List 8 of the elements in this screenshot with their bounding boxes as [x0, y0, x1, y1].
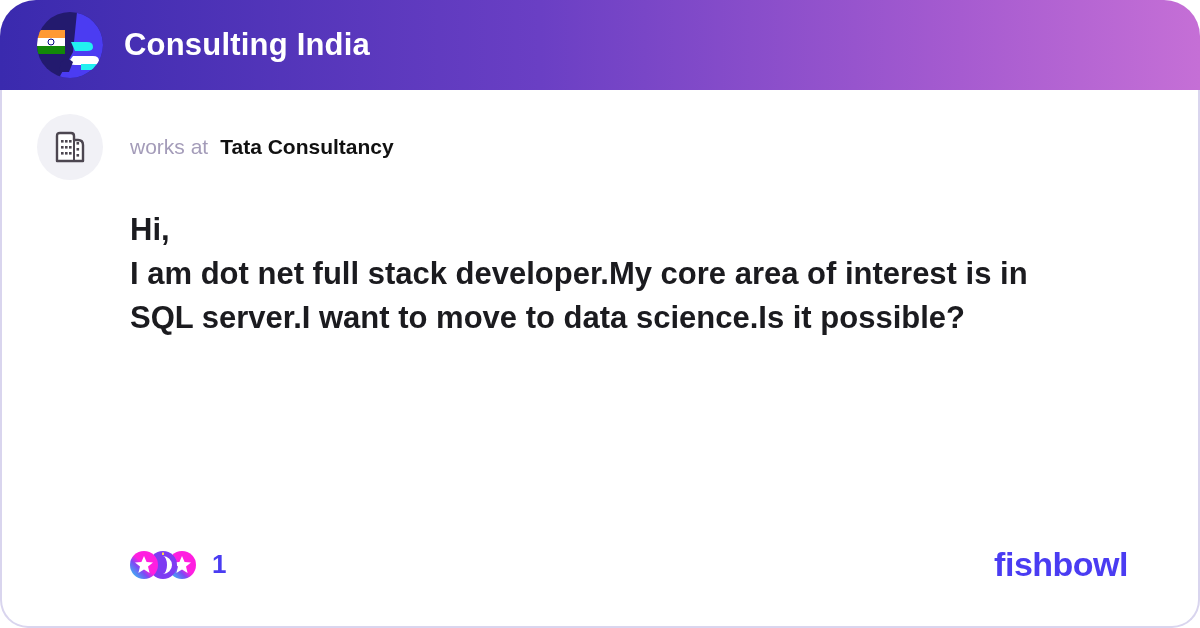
company-name: Tata Consultancy [220, 135, 394, 159]
building-icon [54, 131, 86, 163]
byline-prefix: works at [130, 135, 209, 159]
group-title: Consulting India [124, 27, 370, 63]
brand-logo: fishbowl [994, 545, 1128, 584]
post-text: Hi, I am dot net full stack developer.My core area of interest is in SQL server.I want to move to data science.Is it possible? [130, 211, 1029, 337]
reaction-count: 1 [212, 549, 227, 580]
star-badge-icon [130, 550, 158, 579]
